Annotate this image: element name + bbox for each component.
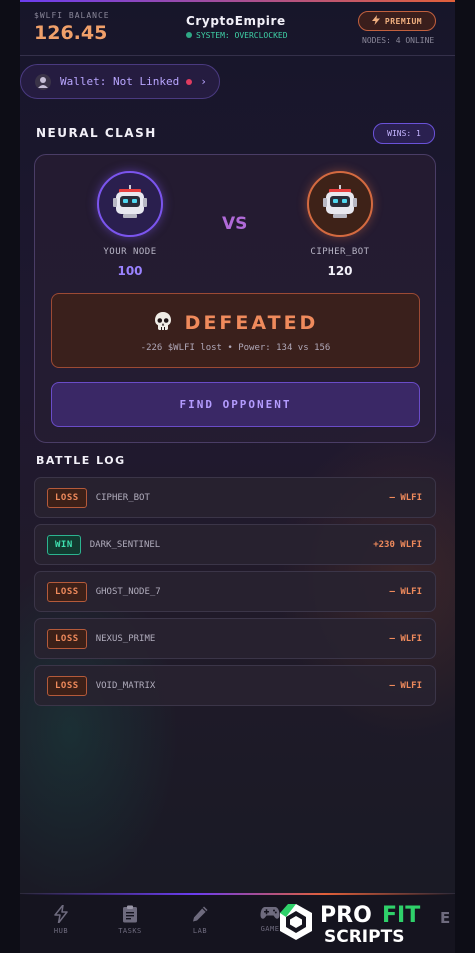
battle-log-row: WIN DARK_SENTINEL +230 WLFI: [34, 524, 436, 565]
status-dot-icon: [186, 32, 192, 38]
player-name: YOUR NODE: [103, 247, 157, 257]
reward-delta: — WLFI: [389, 680, 422, 691]
reward-delta: — WLFI: [389, 492, 422, 503]
nav-label: HUB: [53, 927, 69, 935]
robot-icon: [112, 185, 148, 223]
result-badge: LOSS: [47, 628, 87, 649]
lightning-icon: [371, 15, 380, 27]
battle-card: YOUR NODE 100 VS CIPHER_BOT 120 DEFEATED…: [34, 154, 436, 443]
nav-label: LAB: [192, 927, 208, 935]
result-header: DEFEATED: [52, 311, 419, 334]
watermark-pro: PRO: [320, 903, 372, 928]
nav-item-hub[interactable]: HUB: [36, 905, 86, 935]
result-badge: LOSS: [47, 581, 87, 602]
app-title: CryptoEmpire: [186, 14, 286, 28]
section-title: NEURAL CLASH: [36, 126, 157, 140]
watermark-scripts: SCRIPTS: [324, 927, 404, 947]
header: $WLFI BALANCE 126.45 CryptoEmpire SYSTEM…: [20, 2, 455, 56]
opponent-power: 120: [327, 264, 353, 278]
player-avatar: [97, 171, 163, 237]
clipboard-icon: [105, 905, 155, 923]
battle-log-row: LOSS NEXUS_PRIME — WLFI: [34, 618, 436, 659]
reward-delta: — WLFI: [389, 633, 422, 644]
result-detail: -226 $WLFI lost • Power: 134 vs 156: [140, 343, 331, 353]
opponent-name: CIPHER_BOT: [310, 247, 370, 257]
lightning-icon: [36, 905, 86, 923]
skull-icon: [153, 311, 173, 334]
watermark-fit: FIT: [382, 903, 420, 928]
battle-log-row: LOSS VOID_MATRIX — WLFI: [34, 665, 436, 706]
opponent-name: NEXUS_PRIME: [95, 633, 156, 644]
battle-log-row: LOSS CIPHER_BOT — WLFI: [34, 477, 436, 518]
wins-badge: WINS: 1: [373, 123, 435, 144]
versus-label: VS: [222, 214, 248, 234]
player-node: YOUR NODE 100: [80, 171, 180, 278]
result-badge: LOSS: [47, 675, 87, 696]
find-opponent-button[interactable]: FIND OPPONENT: [51, 382, 420, 427]
app-window: $WLFI BALANCE 126.45 CryptoEmpire SYSTEM…: [20, 0, 455, 953]
opponent-avatar: [307, 171, 373, 237]
opponent-node: CIPHER_BOT 120: [290, 171, 390, 278]
nav-label: TASKS: [118, 927, 142, 935]
reward-delta: +230 WLFI: [373, 539, 422, 550]
battle-log-title: BATTLE LOG: [36, 454, 126, 467]
player-power: 100: [117, 264, 143, 278]
wallet-status-text: Wallet: Not Linked: [60, 75, 180, 88]
result-title: DEFEATED: [184, 311, 319, 334]
robot-icon: [322, 185, 358, 223]
balance-value: 126.45: [34, 22, 108, 44]
system-status: SYSTEM: OVERCLOCKED: [186, 31, 288, 40]
result-badge: LOSS: [47, 487, 87, 508]
opponent-name: GHOST_NODE_7: [95, 586, 161, 597]
nav-item-tasks[interactable]: TASKS: [105, 905, 155, 935]
premium-label: PREMIUM: [384, 16, 423, 26]
chevron-right-icon: ›: [200, 75, 207, 88]
premium-button[interactable]: PREMIUM: [358, 11, 436, 31]
reward-delta: — WLFI: [389, 586, 422, 597]
watermark-logo: PRO FIT SCRIPTS: [280, 903, 420, 947]
nodes-online: NODES: 4 ONLINE: [362, 36, 435, 45]
battle-result-panel: DEFEATED -226 $WLFI lost • Power: 134 vs…: [51, 293, 420, 368]
opponent-name: CIPHER_BOT: [95, 492, 150, 503]
result-badge: WIN: [47, 534, 81, 555]
watermark-hex-icon: [280, 904, 312, 940]
pen-icon: [175, 905, 225, 923]
battle-log-row: LOSS GHOST_NODE_7 — WLFI: [34, 571, 436, 612]
opponent-name: DARK_SENTINEL: [89, 539, 161, 550]
nav-item-lab[interactable]: LAB: [175, 905, 225, 935]
disconnected-dot-icon: [186, 78, 193, 85]
system-status-text: SYSTEM: OVERCLOCKED: [196, 31, 288, 40]
wallet-status-button[interactable]: Wallet: Not Linked ›: [20, 64, 220, 99]
opponent-name: VOID_MATRIX: [95, 680, 156, 691]
balance-label: $WLFI BALANCE: [34, 11, 110, 20]
user-avatar-icon: [35, 73, 51, 90]
